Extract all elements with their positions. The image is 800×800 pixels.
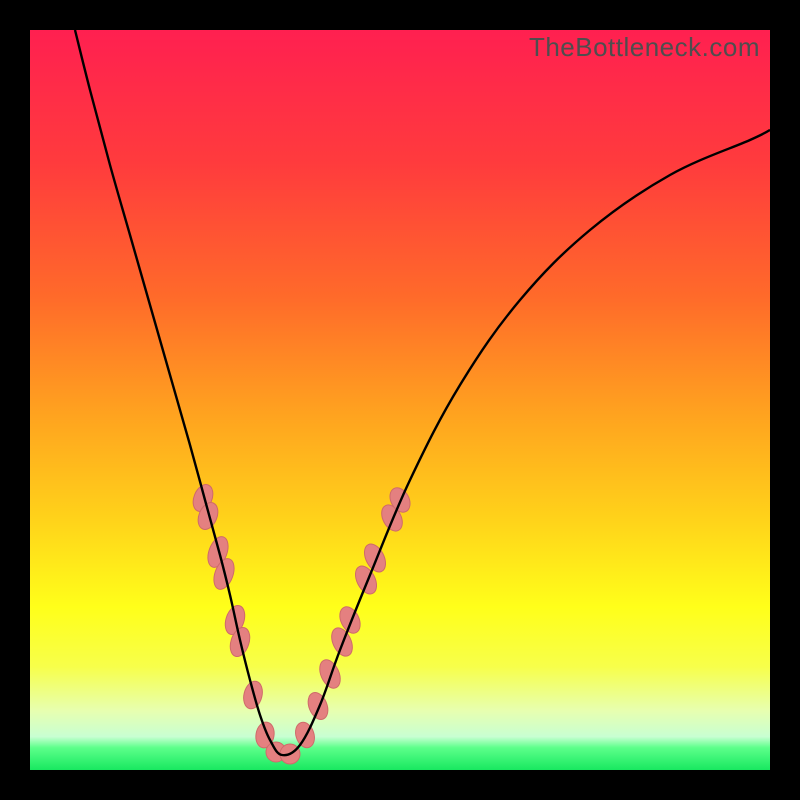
outer-frame: TheBottleneck.com xyxy=(0,0,800,800)
marker-beads xyxy=(189,482,414,764)
plot-area: TheBottleneck.com xyxy=(30,30,770,770)
marker-bead xyxy=(316,657,345,692)
curve-layer xyxy=(30,30,770,770)
watermark-label: TheBottleneck.com xyxy=(529,32,760,63)
bottleneck-curve xyxy=(75,30,770,755)
marker-bead xyxy=(304,690,331,723)
